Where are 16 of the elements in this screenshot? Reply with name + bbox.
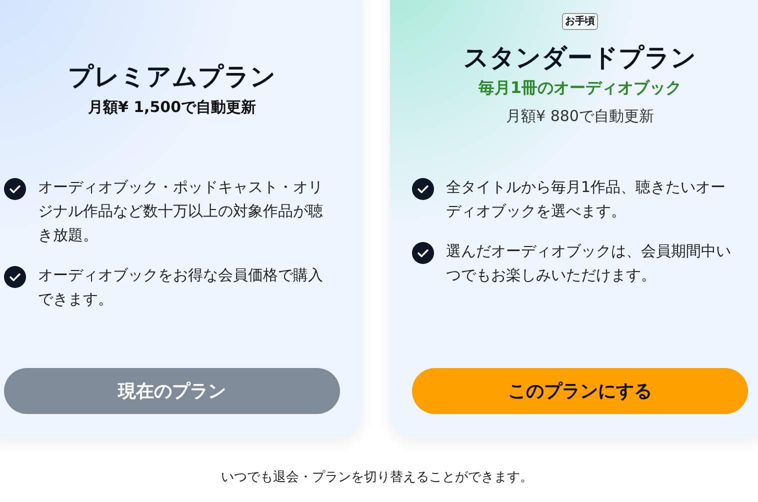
check-icon <box>4 178 26 200</box>
feature-text: オーディオブックをお得な会員価格で購入できます。 <box>38 265 324 310</box>
feature-text: 全タイトルから毎月1作品、聴きたいオーディオブックを選べます。 <box>446 177 727 222</box>
plan-price: 月額¥ 1,500で自動更新 <box>88 97 256 118</box>
plan-title: スタンダードプラン <box>464 42 696 74</box>
footer-note: いつでも退会・プランを切り替えることができます。 <box>220 469 534 487</box>
plan-title: プレミアムプラン <box>68 61 276 93</box>
check-icon <box>412 242 434 264</box>
plan-highlight: 毎月1冊のオーディオブック <box>478 77 682 99</box>
select-plan-button[interactable]: このプランにする <box>412 368 748 414</box>
plan-badge: お手頃 <box>562 13 598 30</box>
check-icon <box>4 266 26 288</box>
plan-price: 月額¥ 880で自動更新 <box>506 106 654 127</box>
feature-text: オーディオブック・ポッドキャスト・オリジナル作品など数十万以上の対象作品が聴き放題。 <box>38 177 324 246</box>
check-icon <box>412 178 434 200</box>
feature-text: 選んだオーディオブックは、会員期間中いつでもお楽しみいただけます。 <box>446 241 732 286</box>
